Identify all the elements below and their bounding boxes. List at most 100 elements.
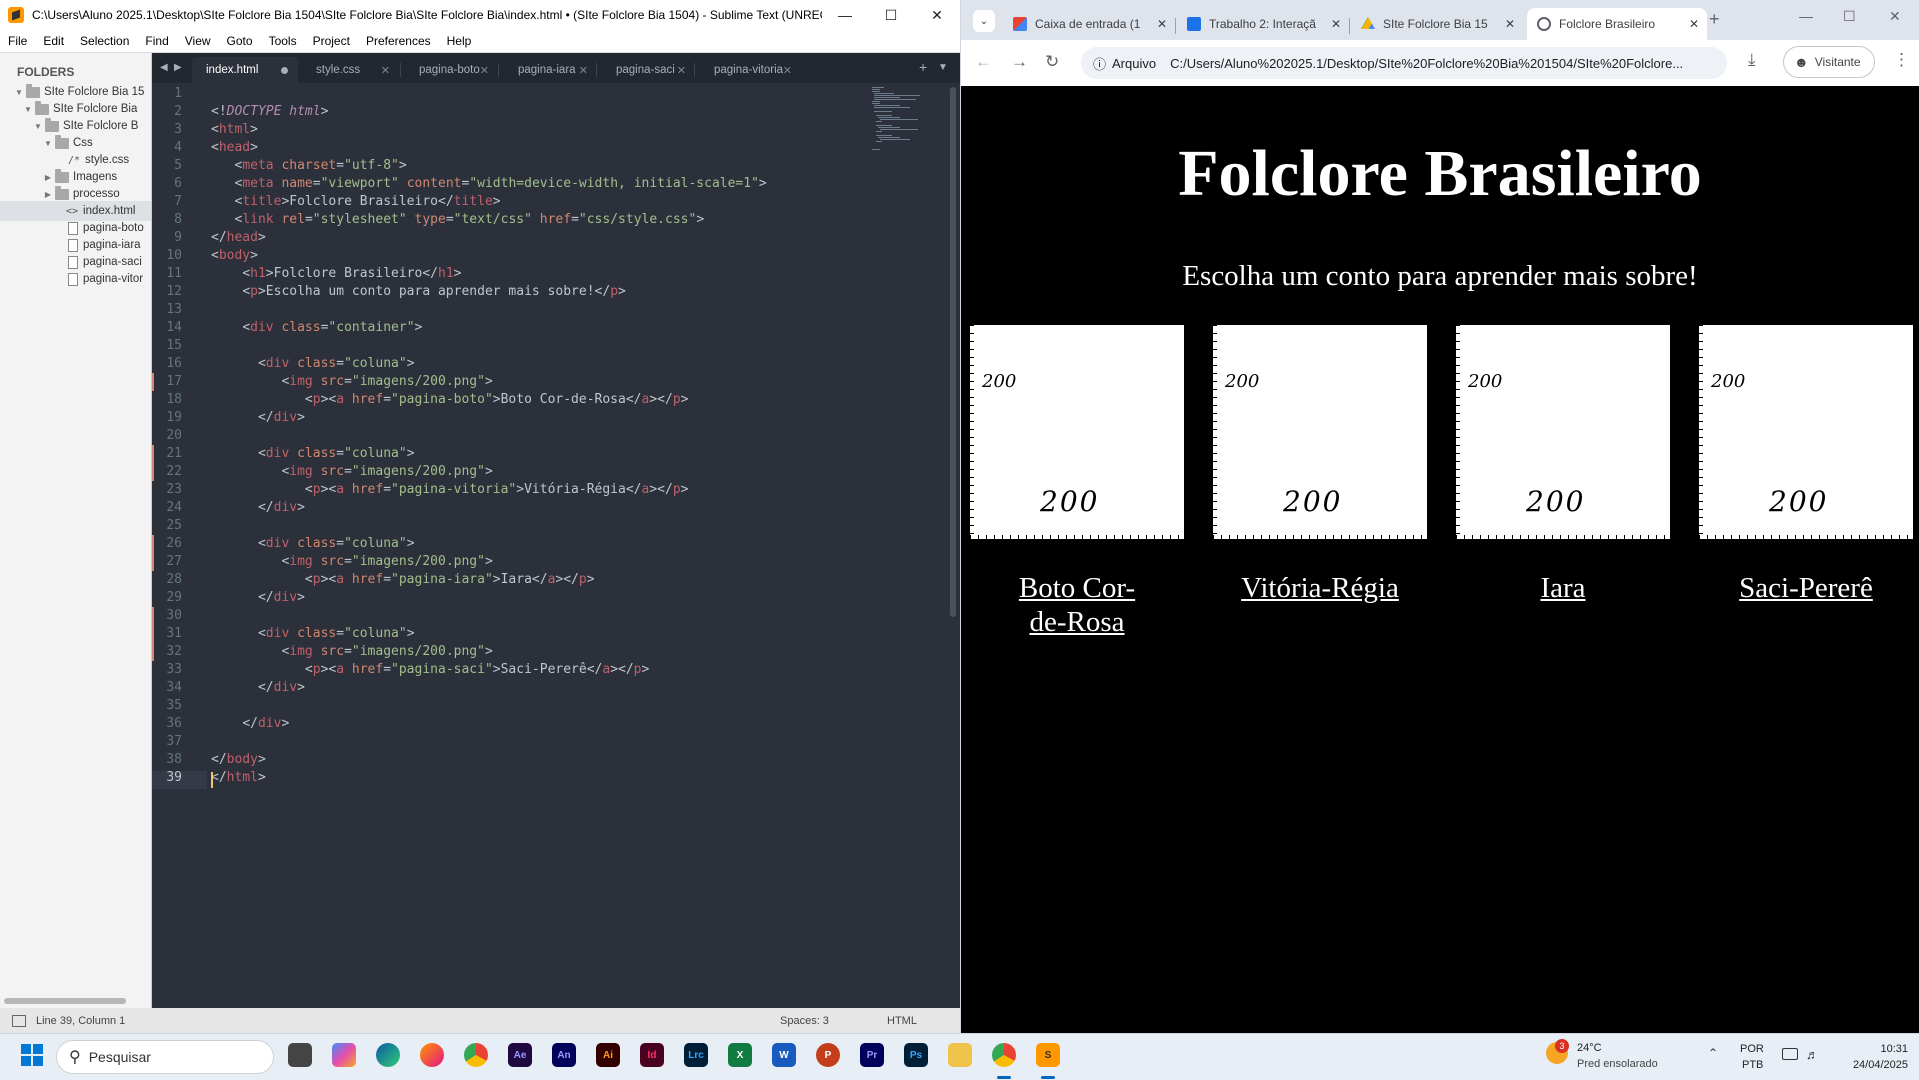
excel-icon[interactable]: X: [728, 1043, 752, 1067]
language-top[interactable]: POR: [1740, 1043, 1764, 1055]
menu-help[interactable]: Help: [439, 34, 480, 48]
weather-desc[interactable]: Pred ensolarado: [1577, 1058, 1658, 1070]
address-bar[interactable]: ⓘ Arquivo C:/Users/Aluno%202025.1/Deskto…: [1081, 47, 1727, 79]
volume-icon[interactable]: ♬: [1806, 1047, 1819, 1062]
close-tab-icon[interactable]: ✕: [783, 64, 792, 77]
close-tab-icon[interactable]: ✕: [381, 64, 390, 77]
close-tab-icon[interactable]: ✕: [677, 64, 686, 77]
after-effects-icon[interactable]: Ae: [508, 1043, 532, 1067]
tab-divider: [1349, 18, 1350, 34]
tab-style-css[interactable]: style.css ✕: [302, 57, 398, 83]
minimize-icon[interactable]: —: [822, 0, 868, 30]
file-explorer-icon[interactable]: [948, 1043, 972, 1067]
sidebar-scrollbar[interactable]: [4, 998, 126, 1004]
edge-icon[interactable]: [376, 1043, 400, 1067]
chrome-tab[interactable]: Caixa de entrada (1 ✕: [1003, 8, 1175, 40]
chrome-tab[interactable]: Trabalho 2: Interaçã ✕: [1177, 8, 1349, 40]
tab-index-html[interactable]: index.html: [192, 57, 298, 83]
code-editor[interactable]: 1 2 3 4 5 6 7 8 9 10 11 12 13 14 15 16 17 18 19 20 21 22 23 24 2…: [152, 83, 960, 1008]
link-vitoria[interactable]: Vitória-Régia: [1213, 571, 1427, 605]
unsaved-dot-icon[interactable]: [281, 66, 288, 74]
close-tab-icon[interactable]: ✕: [579, 64, 588, 77]
link-boto[interactable]: Boto Cor-de-Rosa: [1001, 571, 1153, 639]
download-icon[interactable]: ⤓: [1748, 50, 1756, 70]
sublime-text-icon[interactable]: S: [1036, 1043, 1060, 1067]
menu-tools[interactable]: Tools: [261, 34, 305, 48]
link-iara[interactable]: Iara: [1456, 571, 1670, 605]
close-icon[interactable]: ✕: [914, 0, 960, 30]
line-number-gutter: 1 2 3 4 5 6 7 8 9 10 11 12 13 14 15 16 17 18 19 20 21 22 23 24 2…: [152, 83, 192, 1008]
chrome-tab-active[interactable]: Folclore Brasileiro ✕: [1527, 8, 1707, 40]
menu-project[interactable]: Project: [305, 34, 358, 48]
network-icon[interactable]: [1782, 1048, 1798, 1060]
task-view-icon[interactable]: [288, 1043, 312, 1067]
chrome-icon[interactable]: [992, 1043, 1016, 1067]
tab-pagina-vitoria[interactable]: pagina-vitoria ✕: [700, 57, 800, 83]
menu-preferences[interactable]: Preferences: [358, 34, 439, 48]
animate-icon[interactable]: An: [552, 1043, 576, 1067]
menu-file[interactable]: File: [0, 34, 35, 48]
tab-list-chevron-icon[interactable]: ▼: [938, 62, 948, 73]
chrome-tab[interactable]: SIte Folclore Bia 15 ✕: [1351, 8, 1523, 40]
tab-pagina-iara[interactable]: pagina-iara ✕: [504, 57, 596, 83]
card-image: 200 200: [1699, 325, 1913, 539]
new-tab-plus-icon[interactable]: +: [919, 59, 927, 75]
maximize-icon[interactable]: ☐: [868, 0, 914, 30]
menu-find[interactable]: Find: [137, 34, 176, 48]
reload-icon[interactable]: ↻: [1045, 52, 1059, 72]
clock-time[interactable]: 10:31: [1838, 1043, 1908, 1055]
maximize-icon[interactable]: ☐: [1843, 8, 1856, 25]
close-tab-icon[interactable]: ✕: [1331, 17, 1341, 31]
photoshop-icon[interactable]: Ps: [904, 1043, 928, 1067]
tree-file[interactable]: pagina-vitor: [0, 269, 151, 289]
panel-toggle-icon[interactable]: [12, 1014, 26, 1027]
info-icon[interactable]: ⓘ: [1093, 54, 1106, 73]
profile-button[interactable]: ☻ Visitante: [1783, 46, 1875, 78]
forward-arrow-icon[interactable]: →: [1011, 52, 1028, 72]
url-text[interactable]: C:/Users/Aluno%202025.1/Desktop/SIte%20F…: [1170, 56, 1683, 71]
windows-start-icon[interactable]: [20, 1043, 44, 1067]
back-arrow-icon[interactable]: ←: [975, 52, 992, 72]
copilot-icon[interactable]: [332, 1043, 356, 1067]
menu-selection[interactable]: Selection: [72, 34, 137, 48]
chevron-right-icon: ▶: [44, 172, 52, 182]
code-content[interactable]: <!DOCTYPE html> <html> <head> <meta char…: [211, 85, 767, 787]
clock-date[interactable]: 24/04/2025: [1838, 1059, 1908, 1071]
line-number: 31: [166, 626, 182, 641]
link-saci[interactable]: Saci-Pererê: [1699, 571, 1913, 605]
close-tab-icon[interactable]: ✕: [1505, 17, 1515, 31]
chrome-icon[interactable]: [464, 1043, 488, 1067]
menu-view[interactable]: View: [177, 34, 219, 48]
tab-scroll-right-icon[interactable]: ▶: [174, 62, 182, 73]
site-chip[interactable]: Arquivo: [1112, 56, 1156, 71]
more-menu-icon[interactable]: ⋮: [1893, 50, 1910, 70]
powerpoint-icon[interactable]: P: [816, 1043, 840, 1067]
firefox-icon[interactable]: [420, 1043, 444, 1067]
tab-scroll-left-icon[interactable]: ◀: [160, 62, 168, 73]
syntax-status[interactable]: HTML: [887, 1015, 917, 1027]
indesign-icon[interactable]: Id: [640, 1043, 664, 1067]
menu-edit[interactable]: Edit: [35, 34, 72, 48]
new-tab-plus-icon[interactable]: +: [1709, 9, 1720, 30]
minimap[interactable]: [870, 85, 930, 155]
premiere-icon[interactable]: Pr: [860, 1043, 884, 1067]
editor-scrollbar[interactable]: [950, 87, 956, 617]
line-number: 14: [166, 320, 182, 335]
taskbar-search[interactable]: ⚲ Pesquisar: [56, 1040, 274, 1074]
close-tab-icon[interactable]: ✕: [480, 64, 489, 77]
minimize-icon[interactable]: —: [1799, 8, 1813, 24]
close-tab-icon[interactable]: ✕: [1689, 17, 1699, 31]
tab-pagina-saci[interactable]: pagina-saci ✕: [602, 57, 694, 83]
weather-temp[interactable]: 24°C: [1577, 1042, 1602, 1054]
lightroom-classic-icon[interactable]: Lrc: [684, 1043, 708, 1067]
illustrator-icon[interactable]: Ai: [596, 1043, 620, 1067]
close-icon[interactable]: ✕: [1889, 8, 1901, 25]
tab-pagina-boto[interactable]: pagina-boto ✕: [405, 57, 497, 83]
close-tab-icon[interactable]: ✕: [1157, 17, 1167, 31]
language-bottom[interactable]: PTB: [1742, 1059, 1763, 1071]
tab-search-chevron-icon[interactable]: ⌄: [973, 10, 995, 32]
word-icon[interactable]: W: [772, 1043, 796, 1067]
show-hidden-icons-chevron-icon[interactable]: ⌃: [1708, 1046, 1718, 1060]
menu-goto[interactable]: Goto: [219, 34, 261, 48]
indentation-status[interactable]: Spaces: 3: [780, 1015, 829, 1027]
